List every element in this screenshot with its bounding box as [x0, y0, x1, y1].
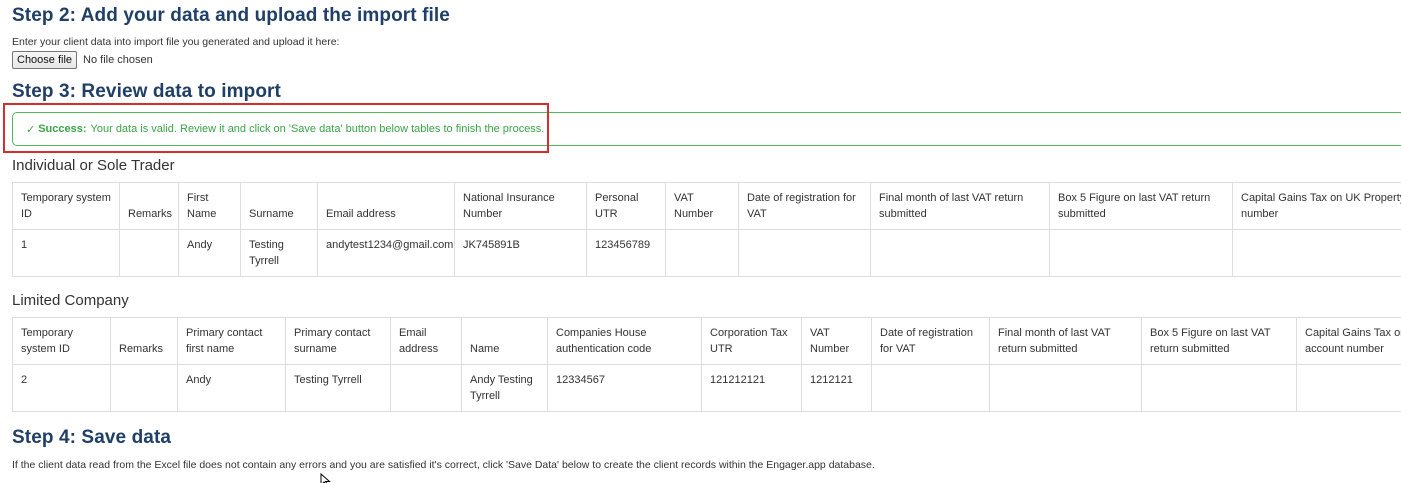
column-header: Surname — [240, 182, 318, 230]
table-cell — [390, 364, 462, 412]
table-cell: Andy — [178, 229, 241, 277]
column-header: Remarks — [119, 182, 179, 230]
table-cell: 1212121 — [801, 364, 872, 412]
table-header-row: Temporary system ID Remarks Primary contac… — [12, 317, 1401, 365]
table-cell — [738, 229, 871, 277]
table-row: 2 Andy Testing Tyrrell Andy Testing Tyrrell… — [12, 364, 1401, 412]
column-header: Final month of last VAT return submitted — [989, 317, 1142, 365]
table-cell: Testing Tyrrell — [285, 364, 391, 412]
annotation-highlight-box — [3, 103, 549, 153]
column-header: Companies House authentication code — [547, 317, 702, 365]
individual-title: Individual or Sole Trader — [12, 157, 175, 174]
column-header: Email address — [317, 182, 455, 230]
company-table: Temporary system ID Remarks Primary contac… — [12, 317, 1401, 412]
step4-title: Step 4: Save data — [12, 427, 172, 448]
file-status: No file chosen — [83, 54, 153, 66]
step3-title: Step 3: Review data to import — [12, 81, 281, 102]
column-header: First Name — [178, 182, 241, 230]
table-cell — [1296, 364, 1401, 412]
column-header: Name — [461, 317, 548, 365]
table-cell — [1049, 229, 1233, 277]
file-upload: Choose file No file chosen — [12, 51, 153, 69]
table-cell: 2 — [12, 364, 111, 412]
step4-text: If the client data read from the Excel f… — [12, 459, 875, 471]
table-cell: 1 — [12, 229, 120, 277]
column-header: Temporary system ID — [12, 182, 120, 230]
table-header-row: Temporary system ID Remarks First Name Surn… — [12, 182, 1401, 230]
table-cell — [665, 229, 739, 277]
step2-instruction: Enter your client data into import file … — [12, 36, 340, 48]
column-header: Box 5 Figure on last VAT return submitte… — [1049, 182, 1233, 230]
column-header: Personal UTR — [586, 182, 666, 230]
column-header: Capital Gains Tax on UK Property account… — [1296, 317, 1401, 365]
table-cell: Testing Tyrrell — [240, 229, 318, 277]
table-cell — [110, 364, 178, 412]
table-row: 1 Andy Testing Tyrrell andytest1234@gmail.c… — [12, 229, 1401, 277]
table-cell — [871, 364, 990, 412]
column-header: Email address — [390, 317, 462, 365]
column-header: Capital Gains Tax on UK Property account… — [1232, 182, 1401, 230]
table-cell: 123456789 — [586, 229, 666, 277]
table-cell — [989, 364, 1142, 412]
column-header: Date of registration for VAT — [738, 182, 871, 230]
table-cell: 121212121 — [701, 364, 802, 412]
column-header: Box 5 Figure on last VAT return submitte… — [1141, 317, 1297, 365]
table-cell — [870, 229, 1050, 277]
table-cell: JK745891B — [454, 229, 587, 277]
column-header: Primary contact surname — [285, 317, 391, 365]
step2-title: Step 2: Add your data and upload the imp… — [12, 5, 450, 26]
column-header: Temporary system ID — [12, 317, 111, 365]
table-cell: andytest1234@gmail.com — [317, 229, 455, 277]
table-cell — [1141, 364, 1297, 412]
column-header: VAT Number — [665, 182, 739, 230]
choose-file-button[interactable]: Choose file — [12, 51, 78, 69]
company-title: Limited Company — [12, 292, 129, 309]
column-header: Final month of last VAT return submitted — [870, 182, 1050, 230]
table-cell: Andy — [177, 364, 286, 412]
column-header: Primary contact first name — [177, 317, 286, 365]
table-cell — [119, 229, 179, 277]
column-header: National Insurance Number — [454, 182, 587, 230]
page: Step 2: Add your data and upload the imp… — [0, 0, 1401, 483]
individual-table: Temporary system ID Remarks First Name Surn… — [12, 182, 1401, 277]
column-header: Corporation Tax UTR — [701, 317, 802, 365]
column-header: VAT Number — [801, 317, 872, 365]
mouse-cursor-icon — [320, 473, 331, 483]
table-cell: 12334567 — [547, 364, 702, 412]
column-header: Date of registration for VAT — [871, 317, 990, 365]
column-header: Remarks — [110, 317, 178, 365]
table-cell: Andy Testing Tyrrell — [461, 364, 548, 412]
table-cell — [1232, 229, 1401, 277]
